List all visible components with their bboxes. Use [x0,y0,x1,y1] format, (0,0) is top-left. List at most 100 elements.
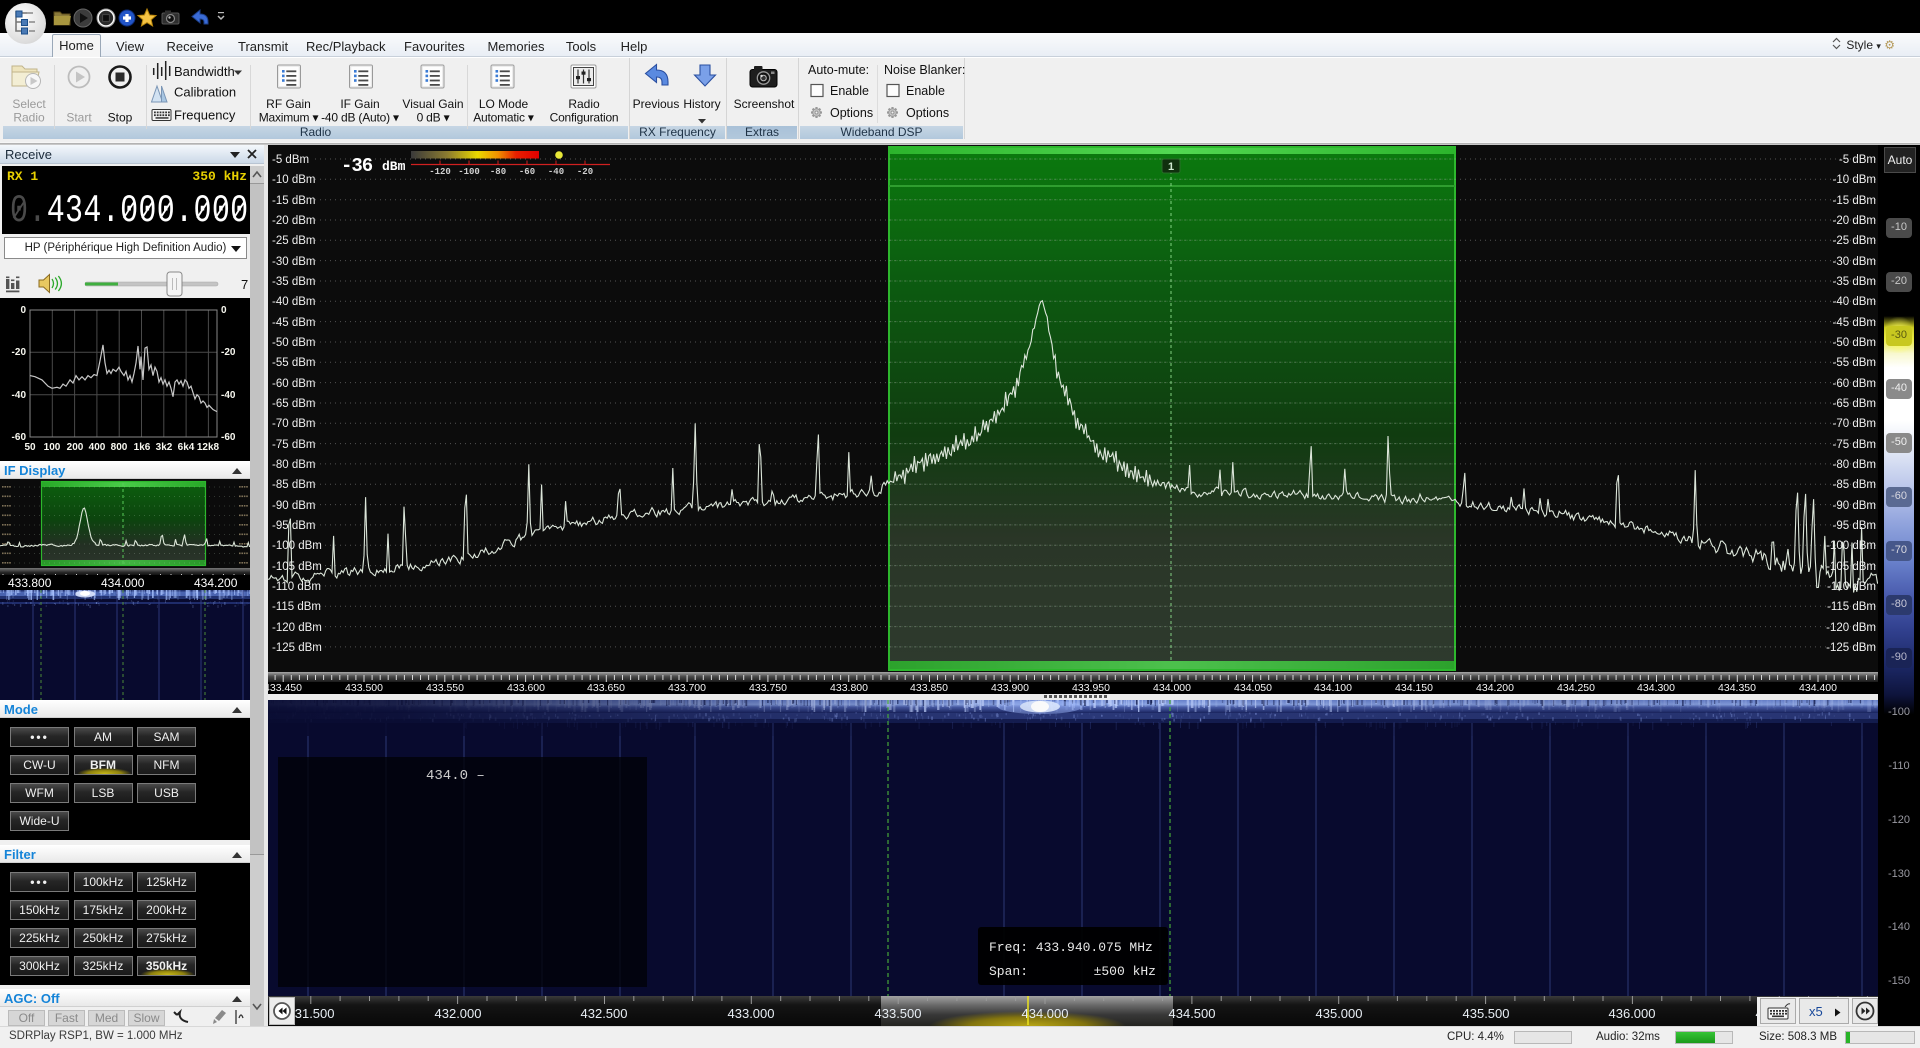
svg-text:-90 dBm: -90 dBm [272,500,315,512]
svg-text:-70 dBm: -70 dBm [1833,418,1876,430]
svg-text:Configuration: Configuration [550,111,619,125]
svg-text:-75 dBm: -75 dBm [272,439,315,451]
svg-text:-125 dBm: -125 dBm [272,642,322,654]
svg-text:-40 dBm: -40 dBm [1833,296,1876,308]
svg-text:Frequency: Frequency [174,108,236,123]
svg-text:1: 1 [1168,161,1174,173]
svg-text:History: History [683,97,720,111]
svg-text:-60: -60 [519,167,535,177]
svg-text:Select: Select [12,97,46,111]
svg-text:435.000: 435.000 [1316,1006,1363,1021]
svg-text:-55 dBm: -55 dBm [272,357,315,369]
svg-text:436.000: 436.000 [1609,1006,1656,1021]
svg-text:-40: -40 [548,167,564,177]
svg-text:-100: -100 [458,167,480,177]
svg-text:200: 200 [67,442,84,453]
svg-text:434.000.000: 434.000.000 [47,190,249,234]
svg-text:-115 dBm: -115 dBm [1827,601,1876,613]
svg-text:-20: -20 [12,347,27,358]
svg-text:-80 dBm: -80 dBm [1833,459,1876,471]
svg-text:-60 dBm: -60 dBm [272,378,315,390]
svg-text:50: 50 [24,442,36,453]
svg-text:Calibration: Calibration [174,85,236,100]
svg-text:Visual Gain: Visual Gain [402,97,463,111]
svg-text:Screenshot: Screenshot [734,97,795,111]
svg-text:Start: Start [66,111,92,125]
svg-text:434.500: 434.500 [1169,1006,1216,1021]
svg-text:3k2: 3k2 [156,442,173,453]
svg-text:-20: -20 [577,167,593,177]
svg-text:-105 dBm: -105 dBm [272,561,322,573]
svg-text:Bandwidth: Bandwidth [174,64,235,79]
svg-text:-40 dB (Auto) ▾: -40 dB (Auto) ▾ [321,111,399,125]
svg-text:-10 dBm: -10 dBm [1833,174,1876,186]
svg-text:RF Gain: RF Gain [266,97,311,111]
svg-text:-60 dBm: -60 dBm [1833,378,1876,390]
svg-text:-120 dBm: -120 dBm [1826,622,1876,634]
svg-text:7: 7 [241,277,248,292]
svg-text:-75 dBm: -75 dBm [1833,439,1876,451]
svg-text:432.000: 432.000 [435,1006,482,1021]
svg-text:-20 dBm: -20 dBm [272,215,315,227]
svg-text:-65 dBm: -65 dBm [272,398,315,410]
svg-text:-60: -60 [221,432,236,443]
svg-text:IF Gain: IF Gain [340,97,379,111]
svg-text:Automatic ▾: Automatic ▾ [473,111,534,125]
svg-text:Noise Blanker:: Noise Blanker: [884,63,965,77]
svg-text:Enable: Enable [906,84,945,98]
svg-text:Freq: 433.940.075 MHz: Freq: 433.940.075 MHz [989,940,1153,955]
svg-text:LO Mode: LO Mode [479,97,529,111]
svg-text:-45 dBm: -45 dBm [272,317,315,329]
svg-text:-125 dBm: -125 dBm [1826,642,1876,654]
svg-text:-10 dBm: -10 dBm [272,174,315,186]
svg-text:-20: -20 [221,347,236,358]
svg-text:-105 dBm: -105 dBm [1826,561,1876,573]
svg-text:Radio: Radio [568,97,600,111]
svg-text:-20 dBm: -20 dBm [1833,215,1876,227]
svg-text:-100 dBm: -100 dBm [1826,540,1876,552]
svg-text:Auto-mute:: Auto-mute: [808,63,869,77]
svg-text:-50 dBm: -50 dBm [272,337,315,349]
svg-text:-40: -40 [221,390,236,401]
svg-text:0.: 0. [10,190,47,234]
svg-text:-45 dBm: -45 dBm [1833,317,1876,329]
svg-text:-40: -40 [12,390,27,401]
svg-text:-85 dBm: -85 dBm [1833,479,1876,491]
svg-text:433.500: 433.500 [875,1006,922,1021]
svg-text:-85 dBm: -85 dBm [272,479,315,491]
svg-text:-25 dBm: -25 dBm [272,235,315,247]
svg-text:0: 0 [221,305,227,316]
svg-text:-80: -80 [490,167,506,177]
svg-text:-65 dBm: -65 dBm [1833,398,1876,410]
svg-text:100: 100 [44,442,61,453]
svg-text:Enable: Enable [830,84,869,98]
svg-text:-36: -36 [341,155,373,177]
svg-text:-120: -120 [429,167,451,177]
svg-text:12k8: 12k8 [197,442,220,453]
svg-text:-95 dBm: -95 dBm [272,520,315,532]
svg-text:-15 dBm: -15 dBm [1833,195,1876,207]
svg-text:-35 dBm: -35 dBm [272,276,315,288]
svg-text:6k4: 6k4 [178,442,195,453]
svg-text:-30 dBm: -30 dBm [1833,256,1876,268]
svg-text:-110 dBm: -110 dBm [1827,581,1876,593]
svg-text:400: 400 [89,442,106,453]
svg-text:-70 dBm: -70 dBm [272,418,315,430]
svg-text:433.000: 433.000 [728,1006,775,1021]
svg-text:Radio: Radio [13,111,45,125]
svg-text:0 dB ▾: 0 dB ▾ [417,111,450,125]
svg-text:Previous: Previous [633,97,680,111]
svg-text:±500 kHz: ±500 kHz [1094,964,1156,979]
svg-text:-55 dBm: -55 dBm [1833,357,1876,369]
svg-text:Stop: Stop [108,111,133,125]
svg-text:-35 dBm: -35 dBm [1833,276,1876,288]
svg-text:-80 dBm: -80 dBm [272,459,315,471]
svg-text:-50 dBm: -50 dBm [1833,337,1876,349]
svg-text:435.500: 435.500 [1463,1006,1510,1021]
svg-text:-30 dBm: -30 dBm [272,256,315,268]
svg-text:0: 0 [20,305,26,316]
svg-text:-95 dBm: -95 dBm [1833,520,1876,532]
svg-text:dBm: dBm [382,159,406,174]
svg-text:-120 dBm: -120 dBm [272,622,322,634]
svg-text:-40 dBm: -40 dBm [272,296,315,308]
